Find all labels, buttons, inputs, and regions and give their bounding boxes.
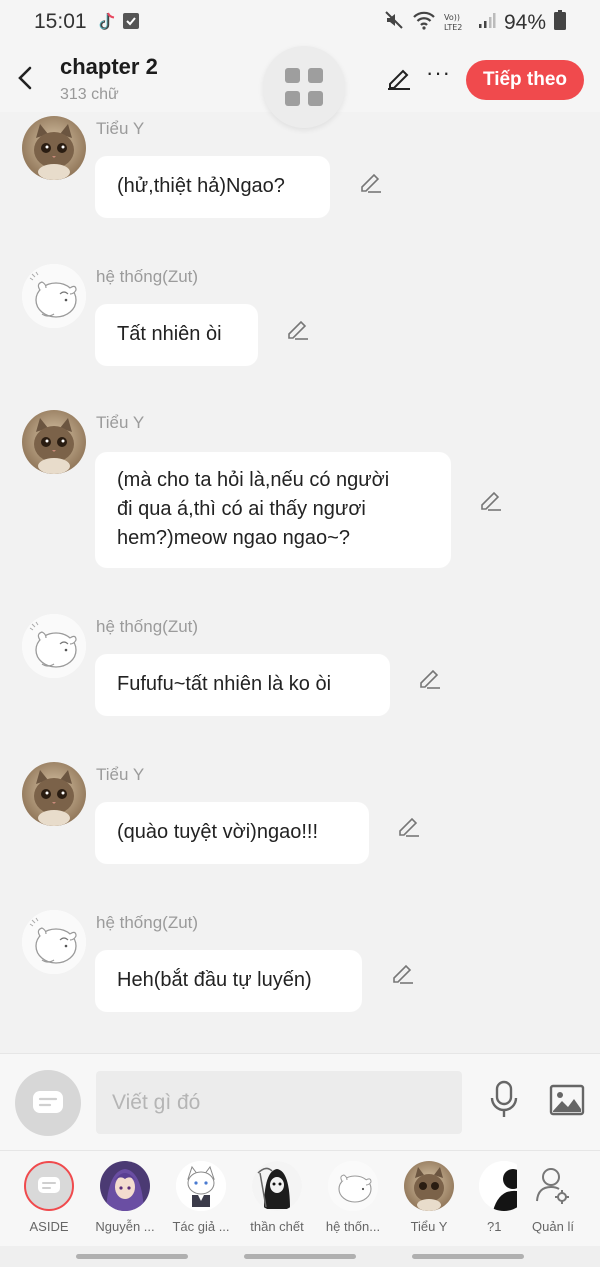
- white-cat-avatar: [176, 1161, 226, 1211]
- aside-icon: [24, 1161, 74, 1211]
- status-time: 15:01: [34, 10, 87, 33]
- character-name: Nguyễn ...: [95, 1219, 155, 1234]
- message-bubble[interactable]: (quào tuyệt vời)ngao!!!: [95, 802, 369, 864]
- character-item[interactable]: Tiểu Y: [391, 1161, 467, 1234]
- message-text: (hử,thiệt hả)Ngao?: [117, 175, 285, 197]
- message-text-line: đi qua á,thì có ai thấy ngươi: [117, 498, 366, 520]
- message-bubble[interactable]: Fufufu~tất nhiên là ko òi: [95, 654, 390, 716]
- message-text-line: (mà cho ta hỏi là,nếu có người: [117, 469, 390, 491]
- edit-message-icon[interactable]: [478, 486, 504, 512]
- check-notification-icon: [122, 12, 140, 37]
- aside-toggle-button[interactable]: [15, 1070, 81, 1136]
- tiktok-icon: [98, 12, 116, 37]
- mute-icon: [384, 10, 404, 36]
- nav-handle[interactable]: [76, 1254, 188, 1259]
- manage-characters-button[interactable]: Quản lí: [515, 1161, 591, 1234]
- sender-name: hệ thống(Zut): [96, 267, 199, 286]
- character-name: Tác giả ...: [172, 1219, 230, 1234]
- character-name: ASIDE: [29, 1219, 69, 1234]
- chat-area[interactable]: Tiểu Y (hử,thiệt hả)Ngao? hệ thống(Zut) …: [0, 112, 600, 1052]
- message-text: Fufufu~tất nhiên là ko òi: [117, 673, 332, 695]
- character-item[interactable]: Nguyễn ...: [87, 1161, 163, 1234]
- character-item[interactable]: ?1: [467, 1161, 517, 1234]
- edit-message-icon[interactable]: [390, 959, 416, 985]
- word-count: 313 chữ: [60, 86, 119, 103]
- svg-text:Vo)): Vo)): [444, 13, 460, 22]
- hamster-avatar[interactable]: [22, 614, 86, 678]
- character-name: hệ thốn...: [325, 1219, 381, 1234]
- edit-message-icon[interactable]: [396, 812, 422, 838]
- character-name: ?1: [487, 1219, 502, 1234]
- anime-girl-avatar: [100, 1161, 150, 1211]
- top-app-bar: chapter 2 313 chữ ··· Tiếp theo: [0, 46, 600, 128]
- next-chapter-button[interactable]: Tiếp theo: [466, 60, 584, 100]
- grid-icon: [285, 68, 300, 83]
- character-selector: ASIDE Nguyễn ... Tác giả ... thần chết h…: [0, 1150, 600, 1247]
- message-input[interactable]: [96, 1071, 462, 1134]
- manage-users-icon: [528, 1161, 578, 1211]
- character-item[interactable]: thần chết: [239, 1161, 315, 1234]
- status-bar: 15:01 Vo)) LTE2 94%: [0, 0, 600, 46]
- sender-name: hệ thống(Zut): [96, 913, 199, 932]
- wifi-icon: [412, 10, 436, 36]
- system-navigation-bar: [0, 1246, 600, 1267]
- back-arrow-icon[interactable]: [14, 64, 38, 92]
- hamster-avatar[interactable]: [22, 264, 86, 328]
- sender-name: Tiểu Y: [96, 119, 145, 138]
- nav-handle[interactable]: [244, 1254, 356, 1259]
- edit-message-icon[interactable]: [358, 168, 384, 194]
- cat-avatar: [404, 1161, 454, 1211]
- cat-avatar[interactable]: [22, 116, 86, 180]
- cell-signal-icon: [478, 11, 496, 35]
- hamster-avatar: [328, 1161, 378, 1211]
- more-options-icon[interactable]: ···: [426, 60, 451, 86]
- message-bubble[interactable]: Heh(bắt đầu tự luyến): [95, 950, 362, 1012]
- cat-avatar[interactable]: [22, 762, 86, 826]
- character-item[interactable]: hệ thốn...: [315, 1161, 391, 1234]
- nav-handle[interactable]: [412, 1254, 524, 1259]
- sender-name: hệ thống(Zut): [96, 617, 199, 636]
- chapter-title: chapter 2: [60, 54, 158, 79]
- message-bubble[interactable]: (hử,thiệt hả)Ngao?: [95, 156, 330, 218]
- cat-avatar[interactable]: [22, 410, 86, 474]
- character-item[interactable]: Tác giả ...: [163, 1161, 239, 1234]
- battery-percent: 94%: [503, 11, 546, 34]
- message-bubble[interactable]: Tất nhiên òi: [95, 304, 258, 366]
- character-name: Quản lí: [532, 1219, 574, 1234]
- lte-signal-icon: Vo)) LTE2: [444, 12, 470, 35]
- sender-name: Tiểu Y: [96, 765, 145, 784]
- message-text: Tất nhiên òi: [117, 323, 222, 345]
- character-name: thần chết: [250, 1219, 304, 1234]
- message-text-line: hem?)meow ngao ngao~?: [117, 527, 350, 549]
- image-upload-icon[interactable]: [549, 1084, 585, 1121]
- sender-name: Tiểu Y: [96, 413, 145, 432]
- message-text: Heh(bắt đầu tự luyến): [117, 969, 312, 991]
- edit-pencil-icon[interactable]: [386, 64, 412, 95]
- reaper-avatar: [252, 1161, 302, 1211]
- chat-bubble-icon: [33, 1091, 63, 1113]
- message-bubble[interactable]: (mà cho ta hỏi là,nếu có người đi qua á,…: [95, 452, 451, 568]
- edit-message-icon[interactable]: [417, 664, 443, 690]
- character-aside[interactable]: ASIDE: [11, 1161, 87, 1234]
- silhouette-avatar: [479, 1161, 517, 1211]
- hamster-avatar[interactable]: [22, 910, 86, 974]
- microphone-icon[interactable]: [488, 1080, 520, 1125]
- message-text: (quào tuyệt vời)ngao!!!: [117, 821, 319, 843]
- character-name: Tiểu Y: [410, 1219, 448, 1234]
- edit-message-icon[interactable]: [285, 315, 311, 341]
- svg-text:LTE2: LTE2: [444, 23, 462, 32]
- composer-bar: [0, 1053, 600, 1150]
- battery-icon: [554, 10, 566, 36]
